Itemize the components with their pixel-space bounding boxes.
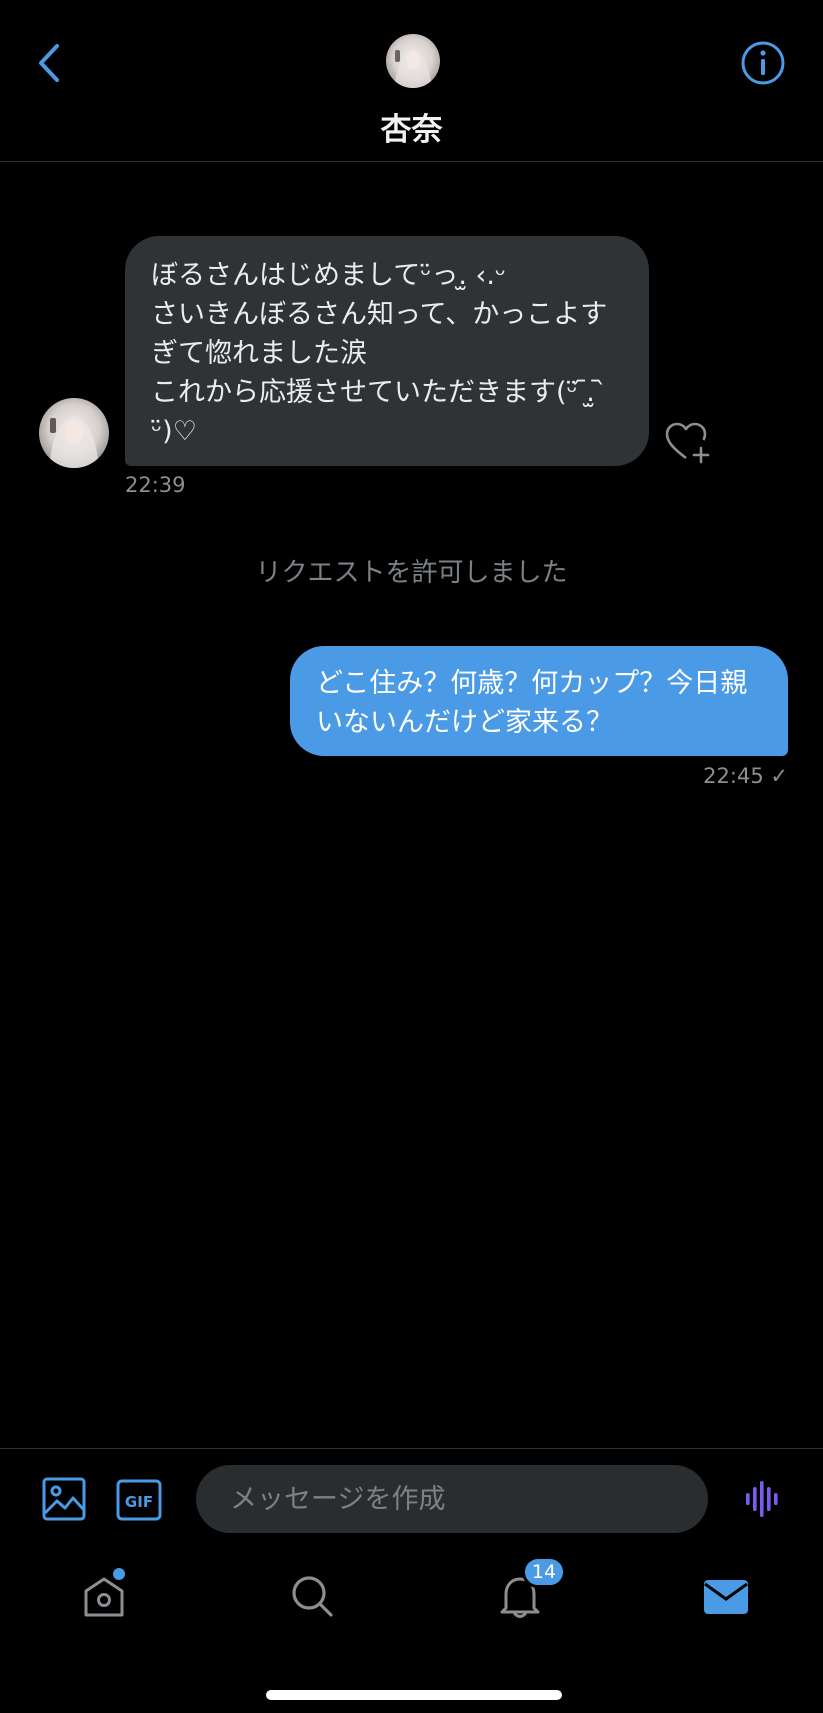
outgoing-message-bubble[interactable]: どこ住み？何歳？何カップ？今日親いないんだけど家来る？ <box>290 646 788 756</box>
chevron-left-icon[interactable] <box>30 40 70 86</box>
outgoing-message-meta: 22:45 ✓ <box>703 764 788 788</box>
gif-label: GIF <box>125 1493 153 1511</box>
search-icon[interactable] <box>288 1572 336 1620</box>
message-input[interactable] <box>196 1465 708 1533</box>
sent-check-icon: ✓ <box>770 764 788 788</box>
bottom-tab-bar: 14 <box>0 1548 823 1713</box>
conversation-header: 杏奈 <box>0 0 823 162</box>
home-indicator[interactable] <box>266 1690 562 1700</box>
heart-plus-icon[interactable] <box>664 420 712 464</box>
image-icon[interactable] <box>42 1477 86 1521</box>
sender-avatar[interactable] <box>39 398 109 468</box>
request-accepted-notice: リクエストを許可しました <box>255 558 568 588</box>
contact-avatar[interactable] <box>386 34 440 88</box>
voice-message-icon[interactable] <box>744 1479 784 1519</box>
gif-button[interactable]: GIF <box>116 1479 162 1521</box>
incoming-message-time: 22:39 <box>125 473 186 497</box>
notification-count-badge: 14 <box>522 1556 566 1588</box>
message-composer: GIF <box>0 1448 823 1548</box>
outgoing-message-time: 22:45 <box>703 764 764 788</box>
mail-icon[interactable] <box>702 1572 750 1620</box>
home-unread-dot <box>113 1568 125 1580</box>
info-icon[interactable] <box>740 40 786 86</box>
incoming-message-bubble[interactable]: ぼるさんはじめましてᵕ̈っ.̫ ‹.ᵕ さいきんぼるさん知って、かっこよすぎて惚… <box>125 236 649 466</box>
contact-name[interactable]: 杏奈 <box>0 104 823 149</box>
